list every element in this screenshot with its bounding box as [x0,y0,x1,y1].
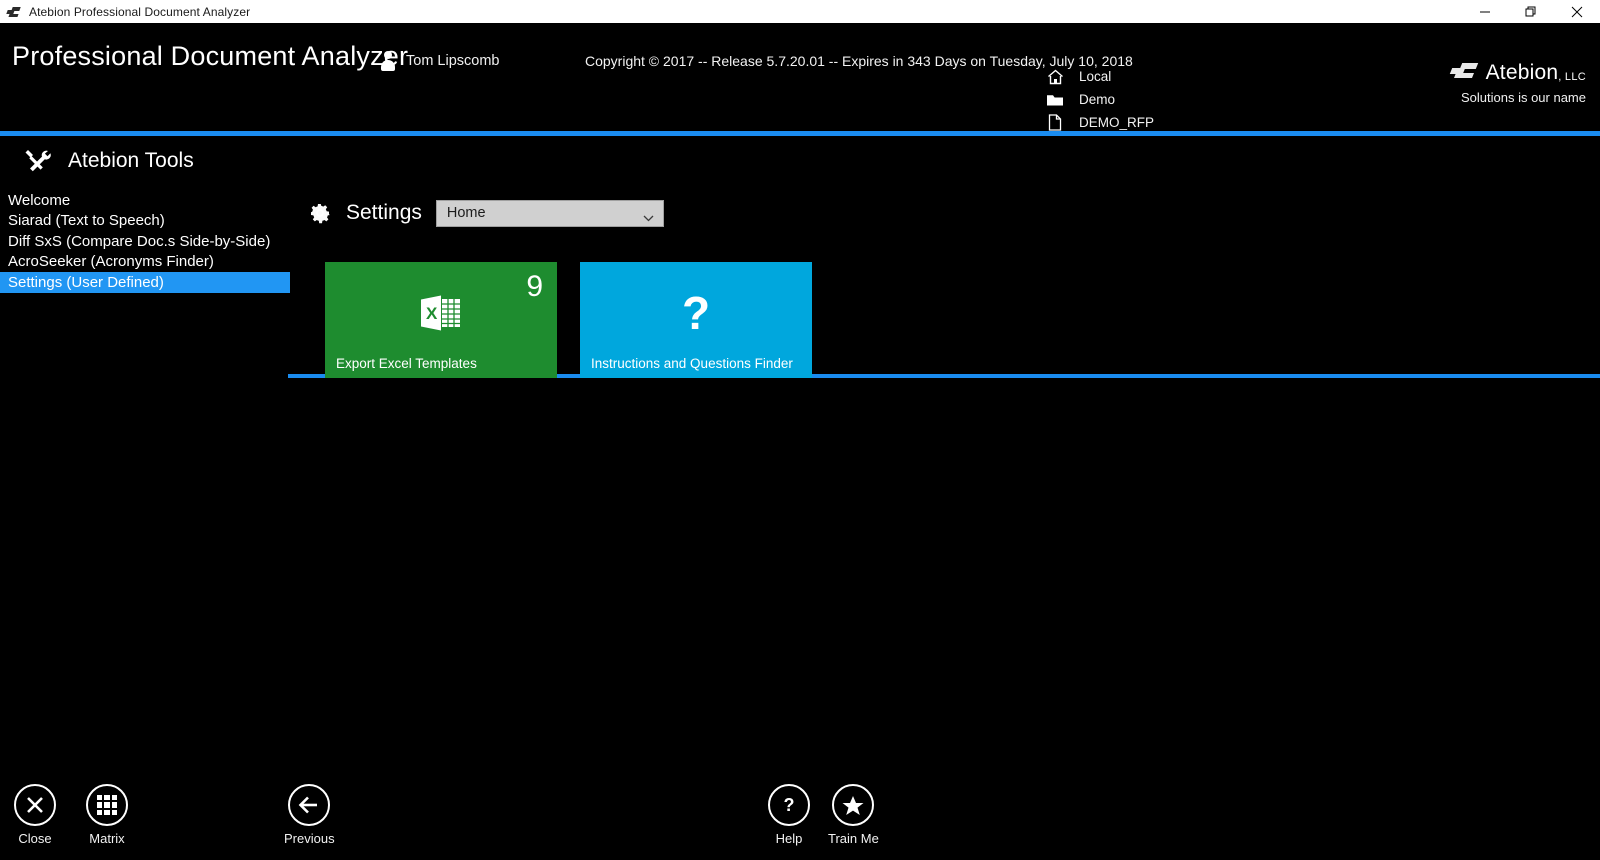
sidebar-item-label: AcroSeeker (Acronyms Finder) [8,253,214,271]
arrow-left-icon [288,784,331,826]
folder-icon [1045,91,1065,109]
scope-select-value: Home [446,205,486,221]
tile-export-excel-templates[interactable]: 9 X Export Excel Templates [325,262,557,378]
sidebar-item-siarad[interactable]: Siarad (Text to Speech) [0,211,290,232]
context-item-local[interactable]: Local [1045,65,1154,88]
current-user[interactable]: Tom Lipscomb [380,51,499,71]
context-label: Demo [1079,92,1116,107]
sidebar-item-welcome[interactable]: Welcome [0,190,290,211]
toolbar-button-label: Close [18,831,52,846]
toolbar-button-label: Matrix [89,831,125,846]
context-label: Local [1079,69,1112,84]
brand-logo: Atebion , LLC Solutions is our name [1449,61,1586,105]
bottom-toolbar: Close Matrix Previous ? Help Train Me [0,765,1600,860]
settings-toolbar: Settings Home [290,188,664,238]
brand-name: Atebion [1485,61,1559,84]
toolbar-button-label: Train Me [828,831,879,846]
previous-button[interactable]: Previous [284,784,335,846]
toolbar-button-label: Previous [284,831,335,846]
tile-label: Instructions and Questions Finder [591,356,793,371]
train-me-button[interactable]: Train Me [828,784,879,846]
svg-text:?: ? [784,795,795,815]
close-x-icon [14,784,56,826]
matrix-button[interactable]: Matrix [86,784,128,846]
help-button[interactable]: ? Help [768,784,810,846]
sidebar-item-label: Diff SxS (Compare Doc.s Side-by-Side) [8,232,271,250]
main-content: Settings Home 9 X Export Excel Templates… [288,140,1600,378]
tools-icon [24,148,52,174]
question-icon: ? [768,784,810,826]
context-label: DEMO_RFP [1079,115,1155,130]
sidebar-item-label: Settings (User Defined) [8,273,164,291]
toolbar-button-label: Help [775,831,803,846]
question-mark-icon: ? [681,287,711,339]
header-divider [0,131,1600,136]
person-icon [380,51,396,71]
grid-icon [86,784,128,826]
home-icon [1045,68,1065,86]
tile-label: Export Excel Templates [336,356,477,371]
chevron-down-icon [643,210,654,221]
section-title: Settings [346,201,422,224]
tile-instructions-questions-finder[interactable]: ? Instructions and Questions Finder [580,262,812,378]
window-title-bar: Atebion Professional Document Analyzer [0,0,1600,23]
svg-text:X: X [426,304,438,323]
close-button[interactable]: Close [14,784,56,846]
user-name: Tom Lipscomb [406,53,500,69]
excel-icon: X [325,290,557,336]
scope-select[interactable]: Home [435,199,664,227]
sidebar-item-label: Siarad (Text to Speech) [8,212,165,230]
document-icon [1045,114,1065,132]
sidebar: Atebion Tools Welcome Siarad (Text to Sp… [0,140,290,293]
window-title: Atebion Professional Document Analyzer [29,4,251,19]
app-header: Professional Document Analyzer Tom Lipsc… [0,23,1600,131]
window-controls [1462,0,1600,23]
page-title: Professional Document Analyzer [12,41,409,71]
star-icon [832,784,875,826]
context-item-demo[interactable]: Demo [1045,88,1154,111]
brand-tagline: Solutions is our name [1460,90,1586,105]
sidebar-list: Welcome Siarad (Text to Speech) Diff SxS… [0,190,290,293]
minimize-icon[interactable] [1462,0,1508,23]
sidebar-title: Atebion Tools [68,149,194,172]
tile-grid: 9 X Export Excel Templates ? Instruction… [325,262,812,378]
sidebar-item-acroseeker[interactable]: AcroSeeker (Acronyms Finder) [0,252,290,273]
sidebar-item-diff-sxs[interactable]: Diff SxS (Compare Doc.s Side-by-Side) [0,231,290,252]
brand-suffix: , LLC [1558,71,1586,83]
sidebar-item-label: Welcome [8,191,71,209]
context-breadcrumb: Local Demo DEMO_RFP [1045,65,1154,134]
sidebar-item-settings[interactable]: Settings (User Defined) [0,272,290,293]
close-icon[interactable] [1554,0,1600,23]
restore-icon[interactable] [1508,0,1554,23]
sidebar-header: Atebion Tools [0,140,290,182]
atebion-logo-icon [6,4,22,20]
atebion-logo-icon [1449,61,1480,81]
gear-icon [308,201,332,225]
